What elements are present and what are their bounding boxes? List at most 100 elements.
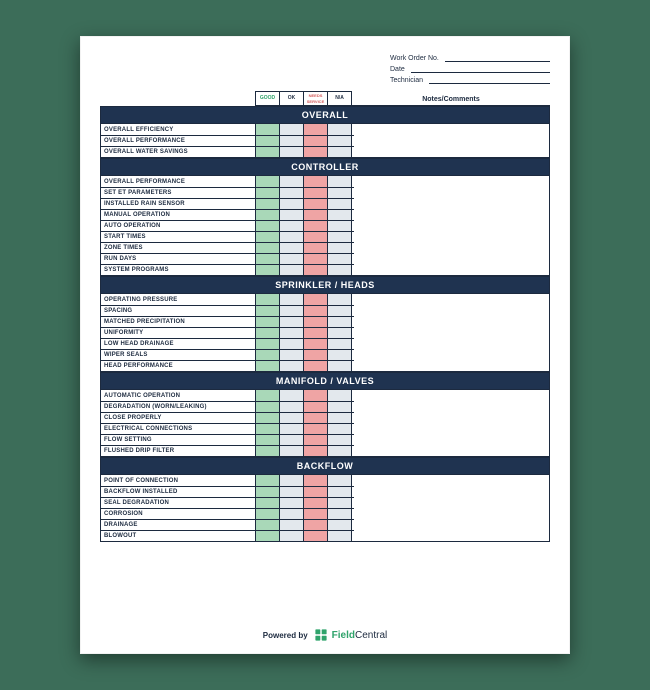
rating-cell-ok[interactable] <box>280 317 304 327</box>
rating-cell-na[interactable] <box>328 328 352 338</box>
rating-cell-needs[interactable] <box>304 390 328 401</box>
rating-cell-ok[interactable] <box>280 328 304 338</box>
rating-cell-ok[interactable] <box>280 402 304 412</box>
rating-cell-ok[interactable] <box>280 210 304 220</box>
rating-cell-needs[interactable] <box>304 294 328 305</box>
rating-cell-good[interactable] <box>256 475 280 486</box>
rating-cell-good[interactable] <box>256 509 280 519</box>
rating-cell-na[interactable] <box>328 361 352 371</box>
rating-cell-ok[interactable] <box>280 147 304 157</box>
rating-cell-ok[interactable] <box>280 265 304 275</box>
rating-cell-ok[interactable] <box>280 498 304 508</box>
rating-cell-good[interactable] <box>256 446 280 456</box>
rating-cell-good[interactable] <box>256 487 280 497</box>
rating-cell-needs[interactable] <box>304 199 328 209</box>
rating-cell-ok[interactable] <box>280 294 304 305</box>
rating-cell-na[interactable] <box>328 520 352 530</box>
work-order-input[interactable] <box>445 54 550 62</box>
date-input[interactable] <box>411 65 550 73</box>
rating-cell-good[interactable] <box>256 243 280 253</box>
rating-cell-ok[interactable] <box>280 475 304 486</box>
rating-cell-good[interactable] <box>256 199 280 209</box>
rating-cell-needs[interactable] <box>304 243 328 253</box>
rating-cell-good[interactable] <box>256 124 280 135</box>
rating-cell-needs[interactable] <box>304 509 328 519</box>
rating-cell-ok[interactable] <box>280 243 304 253</box>
rating-cell-needs[interactable] <box>304 361 328 371</box>
rating-cell-needs[interactable] <box>304 498 328 508</box>
rating-cell-good[interactable] <box>256 317 280 327</box>
rating-cell-na[interactable] <box>328 390 352 401</box>
rating-cell-ok[interactable] <box>280 509 304 519</box>
rating-cell-ok[interactable] <box>280 124 304 135</box>
rating-cell-good[interactable] <box>256 306 280 316</box>
rating-cell-good[interactable] <box>256 221 280 231</box>
rating-cell-na[interactable] <box>328 176 352 187</box>
rating-cell-ok[interactable] <box>280 520 304 530</box>
rating-cell-good[interactable] <box>256 350 280 360</box>
rating-cell-na[interactable] <box>328 265 352 275</box>
rating-cell-needs[interactable] <box>304 221 328 231</box>
rating-cell-ok[interactable] <box>280 199 304 209</box>
rating-cell-needs[interactable] <box>304 339 328 349</box>
rating-cell-needs[interactable] <box>304 424 328 434</box>
rating-cell-na[interactable] <box>328 402 352 412</box>
rating-cell-good[interactable] <box>256 531 280 541</box>
rating-cell-na[interactable] <box>328 294 352 305</box>
rating-cell-needs[interactable] <box>304 402 328 412</box>
rating-cell-good[interactable] <box>256 265 280 275</box>
rating-cell-good[interactable] <box>256 424 280 434</box>
rating-cell-good[interactable] <box>256 136 280 146</box>
rating-cell-na[interactable] <box>328 188 352 198</box>
rating-cell-ok[interactable] <box>280 176 304 187</box>
rating-cell-good[interactable] <box>256 520 280 530</box>
rating-cell-ok[interactable] <box>280 306 304 316</box>
rating-cell-na[interactable] <box>328 243 352 253</box>
notes-area[interactable] <box>354 176 549 275</box>
rating-cell-ok[interactable] <box>280 531 304 541</box>
rating-cell-good[interactable] <box>256 147 280 157</box>
rating-cell-needs[interactable] <box>304 232 328 242</box>
rating-cell-na[interactable] <box>328 446 352 456</box>
rating-cell-na[interactable] <box>328 475 352 486</box>
rating-cell-ok[interactable] <box>280 446 304 456</box>
rating-cell-good[interactable] <box>256 339 280 349</box>
rating-cell-needs[interactable] <box>304 188 328 198</box>
rating-cell-needs[interactable] <box>304 350 328 360</box>
rating-cell-ok[interactable] <box>280 390 304 401</box>
rating-cell-ok[interactable] <box>280 188 304 198</box>
rating-cell-na[interactable] <box>328 498 352 508</box>
notes-area[interactable] <box>354 294 549 371</box>
rating-cell-na[interactable] <box>328 147 352 157</box>
rating-cell-good[interactable] <box>256 402 280 412</box>
rating-cell-good[interactable] <box>256 498 280 508</box>
rating-cell-na[interactable] <box>328 317 352 327</box>
rating-cell-needs[interactable] <box>304 328 328 338</box>
rating-cell-na[interactable] <box>328 413 352 423</box>
rating-cell-ok[interactable] <box>280 136 304 146</box>
rating-cell-ok[interactable] <box>280 487 304 497</box>
rating-cell-na[interactable] <box>328 199 352 209</box>
rating-cell-na[interactable] <box>328 221 352 231</box>
rating-cell-na[interactable] <box>328 210 352 220</box>
rating-cell-good[interactable] <box>256 176 280 187</box>
rating-cell-needs[interactable] <box>304 487 328 497</box>
rating-cell-needs[interactable] <box>304 435 328 445</box>
rating-cell-na[interactable] <box>328 531 352 541</box>
notes-area[interactable] <box>354 124 549 157</box>
rating-cell-na[interactable] <box>328 424 352 434</box>
rating-cell-ok[interactable] <box>280 424 304 434</box>
rating-cell-needs[interactable] <box>304 317 328 327</box>
rating-cell-good[interactable] <box>256 232 280 242</box>
rating-cell-na[interactable] <box>328 435 352 445</box>
rating-cell-good[interactable] <box>256 294 280 305</box>
rating-cell-na[interactable] <box>328 306 352 316</box>
rating-cell-na[interactable] <box>328 232 352 242</box>
rating-cell-good[interactable] <box>256 210 280 220</box>
rating-cell-ok[interactable] <box>280 435 304 445</box>
rating-cell-needs[interactable] <box>304 446 328 456</box>
rating-cell-good[interactable] <box>256 254 280 264</box>
rating-cell-ok[interactable] <box>280 339 304 349</box>
rating-cell-ok[interactable] <box>280 221 304 231</box>
rating-cell-needs[interactable] <box>304 254 328 264</box>
